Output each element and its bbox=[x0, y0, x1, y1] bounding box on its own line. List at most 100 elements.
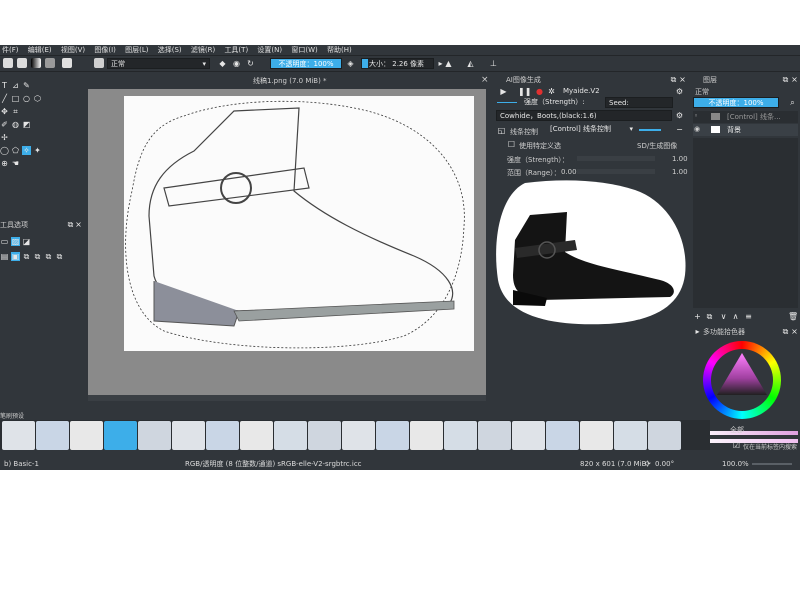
brush-preset-tile[interactable] bbox=[70, 421, 103, 450]
eraser-mode-icon[interactable]: ◆ bbox=[218, 59, 227, 68]
generated-preview[interactable] bbox=[495, 180, 687, 325]
move-down-icon[interactable]: ∨ bbox=[719, 312, 728, 321]
layer-name[interactable]: [Control] 线条... bbox=[727, 112, 781, 122]
prompt-input[interactable]: Cowhide，Boots,(black:1.6) bbox=[496, 110, 672, 121]
brush-preset-tile[interactable] bbox=[36, 421, 69, 450]
model-select[interactable]: Myaide.V2 bbox=[560, 86, 672, 97]
layer-row-control[interactable]: ◦ [Control] 线条... bbox=[693, 111, 798, 123]
selection-action-6-icon[interactable]: ⧉ bbox=[55, 252, 64, 261]
move-up-icon[interactable]: ∧ bbox=[731, 312, 740, 321]
brush-preset-tile[interactable] bbox=[138, 421, 171, 450]
rectangle-tool-icon[interactable]: □ bbox=[11, 94, 20, 103]
magic-wand-icon[interactable]: ✦ bbox=[33, 146, 42, 155]
seed-field[interactable]: Seed: 1417801016 bbox=[605, 97, 673, 118]
menu-filter[interactable]: 滤镜(R) bbox=[191, 45, 215, 55]
zoom-tool-icon[interactable]: ⊕ bbox=[0, 159, 9, 168]
menu-layer[interactable]: 图层(L) bbox=[125, 45, 148, 55]
line-tool-icon[interactable]: ╱ bbox=[0, 94, 9, 103]
eyedropper-tool-icon[interactable]: ✐ bbox=[0, 120, 9, 129]
fill-tool-icon[interactable]: ◍ bbox=[11, 120, 20, 129]
open-document-icon[interactable] bbox=[17, 58, 27, 68]
layer-name[interactable]: 背景 bbox=[727, 125, 741, 135]
canvas-viewport[interactable] bbox=[88, 89, 486, 401]
generate-button[interactable]: SD/生成图像 bbox=[637, 141, 677, 151]
control-type-select[interactable]: [Control] 线条控制 ▾ bbox=[547, 124, 633, 135]
freehand-select-icon[interactable]: ✧ bbox=[22, 146, 31, 155]
brush-tag-select[interactable]: 全部 bbox=[730, 425, 744, 435]
color-panel-float-icon[interactable]: ⧉ bbox=[781, 327, 790, 336]
status-brush[interactable]: b) Basic-1 bbox=[4, 459, 39, 469]
zoom-slider[interactable] bbox=[752, 463, 792, 465]
brush-preset-tile[interactable] bbox=[376, 421, 409, 450]
brush-preset-tile[interactable] bbox=[444, 421, 477, 450]
menu-file[interactable]: 件(F) bbox=[2, 45, 19, 55]
pause-icon[interactable]: ❚❚ bbox=[518, 87, 531, 96]
menu-view[interactable]: 视图(V) bbox=[61, 45, 85, 55]
selection-action-3-icon[interactable]: ⧉ bbox=[22, 252, 31, 261]
brush-preset-tile[interactable] bbox=[104, 421, 137, 450]
gradient-tool-icon[interactable]: ◩ bbox=[22, 120, 31, 129]
mirror-horizontal-icon[interactable]: ▲ bbox=[444, 59, 453, 68]
selection-add-icon[interactable]: ◪ bbox=[22, 237, 31, 246]
layers-float-icon[interactable]: ⧉ bbox=[781, 75, 790, 84]
range-slider[interactable] bbox=[577, 169, 655, 174]
menu-tools[interactable]: 工具(T) bbox=[224, 45, 248, 55]
ai-panel-close-icon[interactable]: × bbox=[678, 75, 687, 84]
selection-action-4-icon[interactable]: ⧉ bbox=[33, 252, 42, 261]
gradient-icon[interactable] bbox=[31, 58, 41, 68]
preserve-alpha-icon[interactable]: ◉ bbox=[232, 59, 241, 68]
strength-field[interactable]: 强度（Strength）: 100% bbox=[521, 97, 595, 117]
menu-help[interactable]: 帮助(H) bbox=[327, 45, 352, 55]
opacity-lock-icon[interactable]: ◈ bbox=[346, 59, 355, 68]
layer-opacity-slider[interactable]: 不透明度：100% bbox=[693, 97, 779, 108]
brush-preset-tile[interactable] bbox=[580, 421, 613, 450]
brush-preset-tile[interactable] bbox=[410, 421, 443, 450]
selection-action-2-icon[interactable]: ▣ bbox=[11, 252, 20, 261]
control-slider[interactable] bbox=[639, 129, 661, 131]
color-panel-close-icon[interactable]: × bbox=[790, 327, 799, 336]
cn-strength-slider[interactable] bbox=[577, 156, 655, 161]
opacity-slider[interactable]: 不透明度：100% bbox=[270, 58, 342, 69]
selection-action-1-icon[interactable]: ▤ bbox=[0, 252, 9, 261]
layer-visibility-icon[interactable]: ◉ bbox=[694, 125, 700, 133]
delete-layer-icon[interactable]: 🗑 bbox=[788, 312, 798, 321]
size-slider[interactable]: 大小： 2.26 像素 bbox=[361, 58, 434, 69]
reload-preset-icon[interactable]: ↻ bbox=[246, 59, 255, 68]
close-tab-icon[interactable]: × bbox=[481, 75, 489, 85]
brush-preset-tile[interactable] bbox=[206, 421, 239, 450]
menu-edit[interactable]: 编辑(E) bbox=[28, 45, 52, 55]
selection-mode-icon[interactable]: ▨ bbox=[11, 237, 20, 246]
brush-preset-tile[interactable] bbox=[546, 421, 579, 450]
wrap-around-icon[interactable]: ⊥ bbox=[489, 59, 498, 68]
add-layer-icon[interactable]: + bbox=[693, 312, 702, 321]
canvas-page[interactable] bbox=[124, 96, 474, 351]
blend-mode-select[interactable]: 正常 ▾ bbox=[107, 58, 210, 69]
brush-preset-tile[interactable] bbox=[512, 421, 545, 450]
settings-icon[interactable]: ✲ bbox=[547, 87, 556, 96]
menu-window[interactable]: 窗口(W) bbox=[291, 45, 317, 55]
crop-tool-icon[interactable]: ⌗ bbox=[11, 107, 20, 116]
gear-icon[interactable]: ⚙ bbox=[675, 87, 684, 96]
ellipse-select-icon[interactable]: ◯ bbox=[0, 146, 9, 155]
document-title[interactable]: 线稿1.png (7.0 MiB) * bbox=[253, 76, 327, 86]
measure-tool-icon[interactable]: ✢ bbox=[0, 133, 9, 142]
layer-visibility-icon[interactable]: ◦ bbox=[694, 112, 698, 120]
brush-preset-tile[interactable] bbox=[2, 421, 35, 450]
brush-preset-tile[interactable] bbox=[614, 421, 647, 450]
move-tool-icon[interactable]: ✥ bbox=[0, 107, 9, 116]
new-document-icon[interactable] bbox=[3, 58, 13, 68]
menu-select[interactable]: 选择(S) bbox=[158, 45, 182, 55]
ai-panel-float-icon[interactable]: ⧉ bbox=[669, 75, 678, 84]
layer-properties-icon[interactable]: ≡ bbox=[744, 312, 753, 321]
brush-preset-tile[interactable] bbox=[342, 421, 375, 450]
brush-preset-tile[interactable] bbox=[274, 421, 307, 450]
control-remove-icon[interactable]: − bbox=[675, 125, 684, 134]
use-selection-checkbox[interactable]: ☐ bbox=[507, 140, 516, 149]
color-triangle[interactable] bbox=[711, 349, 773, 411]
brush-preset-tile[interactable] bbox=[240, 421, 273, 450]
strength-slider-line[interactable] bbox=[497, 102, 517, 103]
mirror-vertical-icon[interactable]: ◭ bbox=[466, 59, 475, 68]
record-icon[interactable]: ● bbox=[535, 87, 544, 96]
layers-close-icon[interactable]: × bbox=[790, 75, 799, 84]
pan-tool-icon[interactable]: ☚ bbox=[11, 159, 20, 168]
